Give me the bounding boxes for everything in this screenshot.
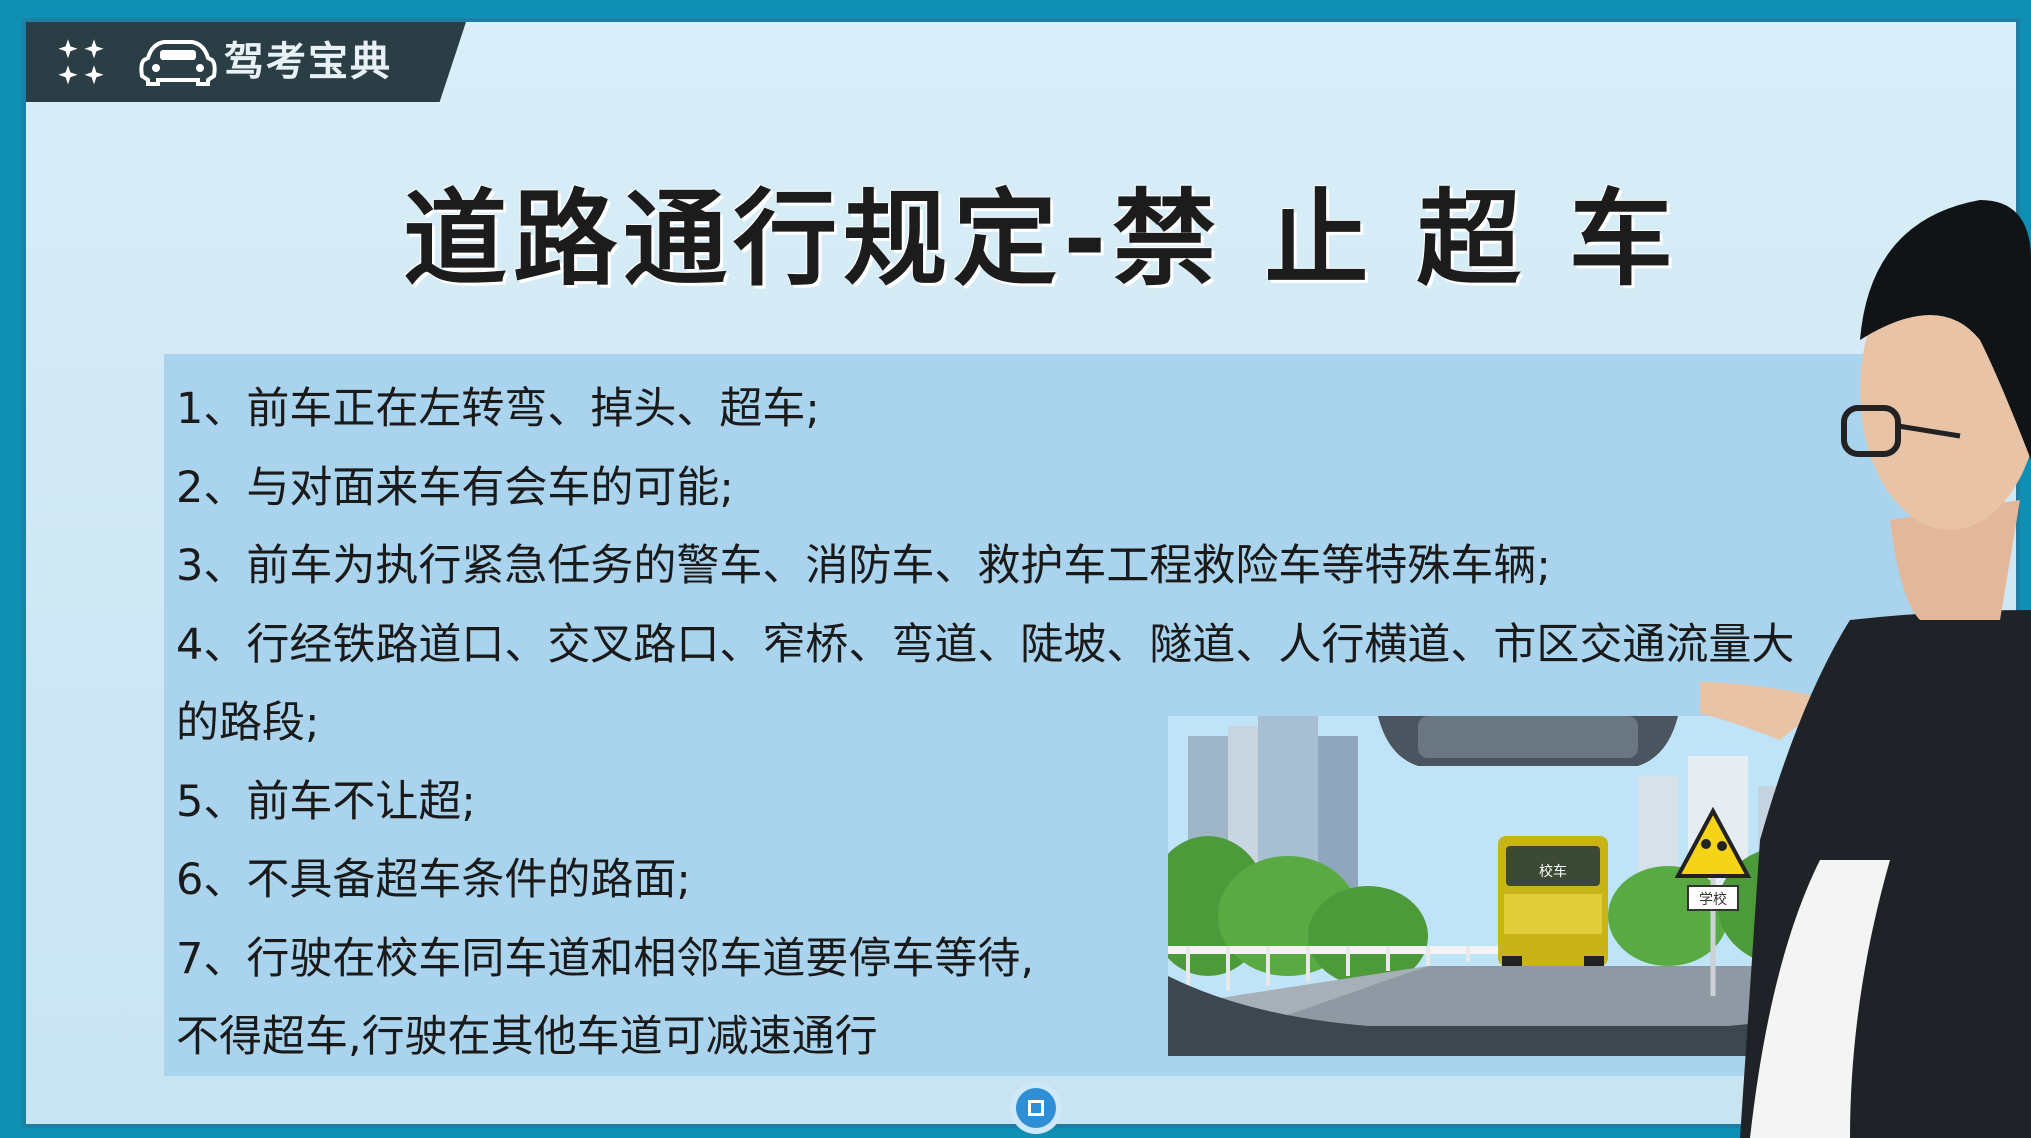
brand-name: 驾考宝典	[224, 39, 392, 85]
slide-indicator-button[interactable]	[1016, 1088, 1056, 1128]
logo-banner: 驾考宝典	[26, 22, 466, 102]
rule-item: 3、前车为执行紧急任务的警车、消防车、救护车工程救险车等特殊车辆;	[176, 541, 1551, 591]
rule-item: 1、前车正在左转弯、掉头、超车;	[176, 384, 820, 434]
car-icon	[139, 40, 217, 86]
presenter-figure	[1700, 200, 2031, 1138]
bus-label: 校车	[1539, 863, 1567, 880]
grid-icon	[58, 39, 104, 85]
rule-item: 2、与对面来车有会车的可能;	[176, 462, 734, 513]
rule-item: 4、行经铁路道口、交叉路口、窄桥、弯道、陡坡、隧道、人行横道、市区交通流量大	[176, 619, 1795, 670]
